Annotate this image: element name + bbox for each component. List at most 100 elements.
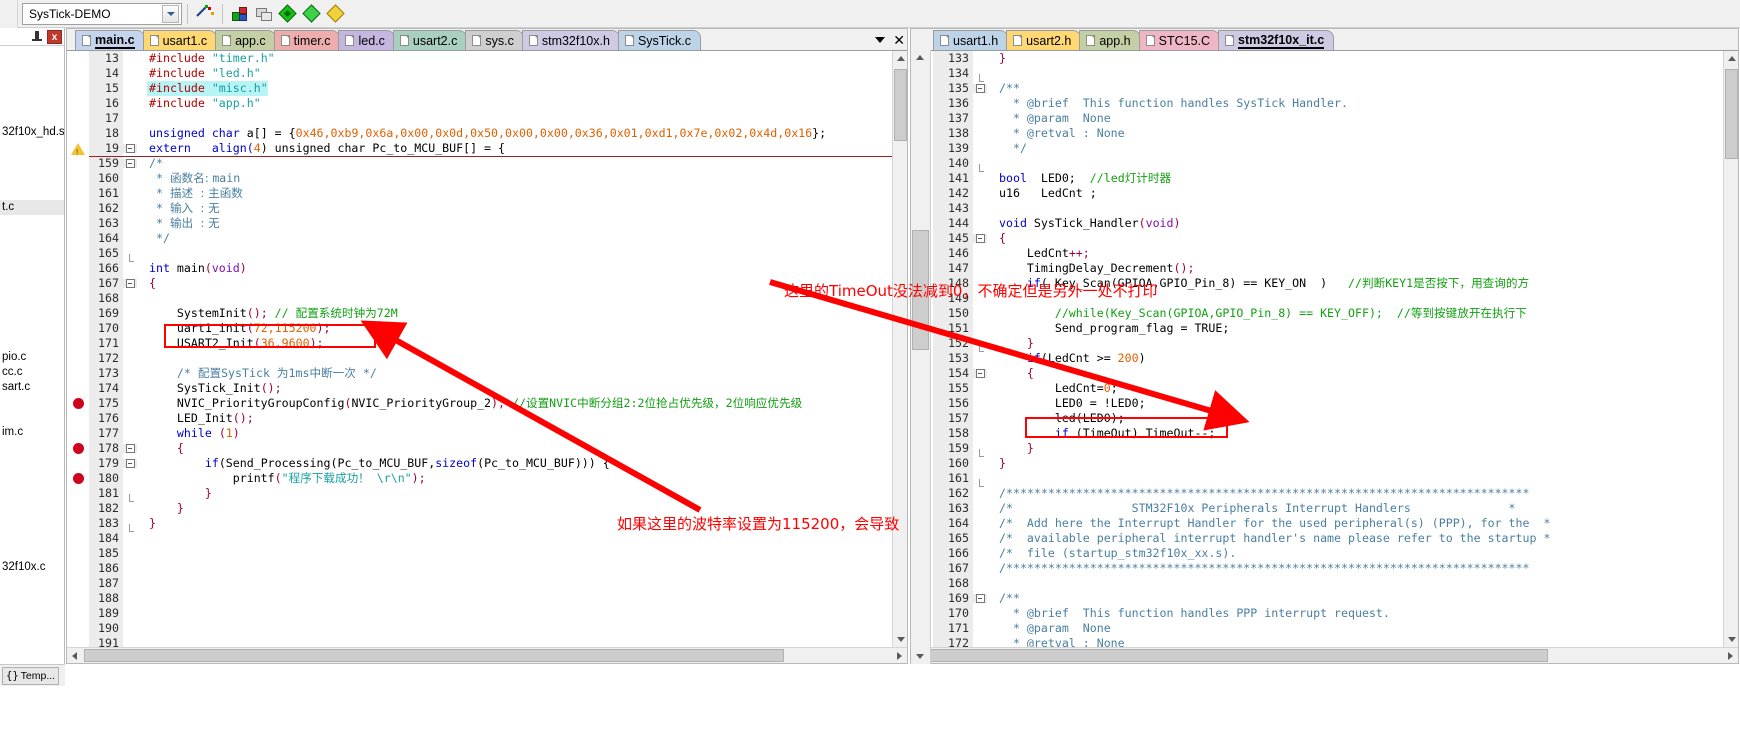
vertical-scrollbar-left[interactable] xyxy=(892,51,907,647)
code-text[interactable]: /* file (startup_stm32f10x_xx.s). xyxy=(997,546,1236,561)
fold-marker[interactable]: − xyxy=(123,459,137,468)
tab-stc15-c[interactable]: STC15.C xyxy=(1138,30,1221,50)
code-text[interactable]: * @brief This function handles PPP inter… xyxy=(997,606,1390,621)
code-text[interactable]: #include "timer.h" xyxy=(147,51,275,66)
code-text[interactable]: } xyxy=(147,486,212,501)
tree-item[interactable]: 32f10x.c xyxy=(0,560,64,575)
breakpoint-marker[interactable] xyxy=(67,473,89,484)
code-text[interactable]: * @retval : None xyxy=(997,126,1125,141)
tab-usart2-h[interactable]: usart2.h xyxy=(1006,30,1082,50)
tab-usart2-c[interactable]: usart2.c xyxy=(392,30,468,50)
tab-main-c[interactable]: main.c xyxy=(75,30,145,50)
code-text[interactable]: /* Add here the Interrupt Handler for th… xyxy=(997,516,1550,531)
code-text[interactable]: * 函数名: main xyxy=(147,171,240,186)
debug-yellow-diamond-icon[interactable] xyxy=(325,3,347,25)
code-text[interactable]: } xyxy=(997,336,1034,351)
debug-teal-diamond-icon[interactable] xyxy=(301,3,323,25)
code-text[interactable]: SysTick_Init(); xyxy=(147,381,282,396)
code-text[interactable]: uart1_init(72,115200); xyxy=(147,321,331,336)
code-text[interactable]: * @param None xyxy=(997,621,1111,636)
code-text[interactable]: */ xyxy=(997,141,1027,156)
code-text[interactable]: /* xyxy=(147,156,163,171)
tab-usart1-c[interactable]: usart1.c xyxy=(142,30,218,50)
code-text[interactable]: } xyxy=(997,456,1006,471)
code-text[interactable]: LED_Init(); xyxy=(147,411,254,426)
code-text[interactable]: printf("程序下载成功！ \r\n"); xyxy=(147,471,426,486)
code-text[interactable]: /** xyxy=(997,81,1020,96)
code-text[interactable]: /** xyxy=(997,591,1020,606)
tree-item[interactable]: 32f10x_hd.s xyxy=(0,125,64,140)
code-text[interactable]: #include "led.h" xyxy=(147,66,261,81)
code-text[interactable]: SystemInit(); // 配置系统时钟为72M xyxy=(147,306,398,321)
fold-marker[interactable]: − xyxy=(123,444,137,453)
tab-stm32f10x-it-c[interactable]: stm32f10x_it.c xyxy=(1218,30,1335,50)
code-text[interactable]: { xyxy=(997,366,1034,381)
code-text[interactable]: { xyxy=(997,231,1006,246)
breakpoint-marker[interactable] xyxy=(67,443,89,454)
code-text[interactable]: } xyxy=(147,516,156,531)
code-text[interactable]: * @retval : None xyxy=(997,636,1125,647)
target-options-wand-icon[interactable] xyxy=(194,3,216,25)
code-text[interactable]: extern align(4) unsigned char Pc_to_MCU_… xyxy=(147,141,505,156)
scroll-up-button[interactable] xyxy=(911,50,929,65)
fold-marker[interactable]: − xyxy=(973,234,987,243)
code-text[interactable]: } xyxy=(997,441,1034,456)
code-text[interactable]: * 输出 : 无 xyxy=(147,216,220,231)
tab-app-c[interactable]: app.c xyxy=(215,30,276,50)
sidebar-tab-templates[interactable]: {} Temp... xyxy=(2,666,60,685)
code-text[interactable]: Send_program_flag = TRUE; xyxy=(997,321,1230,336)
code-text[interactable]: led(LED0); xyxy=(997,411,1125,426)
scroll-right-button[interactable] xyxy=(1723,648,1738,663)
tab-usart1-h[interactable]: usart1.h xyxy=(933,30,1009,50)
horizontal-scroll-thumb[interactable] xyxy=(84,649,784,662)
code-text[interactable]: bool LED0; //led灯计时器 xyxy=(997,171,1171,186)
tab-sys-c[interactable]: sys.c xyxy=(465,30,524,50)
code-text-right[interactable]: 133} 134 135−/** 136 * @brief This function… xyxy=(911,51,1723,647)
code-text[interactable]: if(LedCnt >= 200) xyxy=(997,351,1146,366)
close-icon[interactable]: ✕ xyxy=(893,33,905,47)
scroll-down-button[interactable] xyxy=(911,649,929,664)
code-text[interactable]: LED0 = !LED0; xyxy=(997,396,1146,411)
tab-timer-c[interactable]: timer.c xyxy=(273,30,341,50)
code-text[interactable]: * 描述 : 主函数 xyxy=(147,186,243,201)
tab-app-h[interactable]: app.h xyxy=(1079,30,1141,50)
vertical-scroll-thumb[interactable] xyxy=(912,230,929,350)
code-text[interactable]: #include "app.h" xyxy=(147,96,261,111)
code-text[interactable]: int main(void) xyxy=(147,261,247,276)
horizontal-scroll-thumb[interactable] xyxy=(928,649,1548,662)
project-target-combo[interactable]: SysTick-DEMO xyxy=(22,2,182,25)
tree-item[interactable]: cc.c xyxy=(0,365,64,380)
code-text[interactable]: /* STM32F10x Peripherals Interrupt Handl… xyxy=(997,501,1516,516)
code-text[interactable]: USART2_Init(36,9600); xyxy=(147,336,324,351)
horizontal-scrollbar-right[interactable] xyxy=(911,647,1738,663)
fold-marker[interactable]: − xyxy=(973,594,987,603)
fold-marker[interactable]: − xyxy=(123,279,137,288)
code-text[interactable]: void SysTick_Handler(void) xyxy=(997,216,1181,231)
fold-marker[interactable]: − xyxy=(123,144,137,153)
fold-marker[interactable]: − xyxy=(123,159,137,168)
build-icon[interactable] xyxy=(229,3,251,25)
scroll-left-button[interactable] xyxy=(67,648,82,663)
scroll-up-button[interactable] xyxy=(893,51,907,66)
tab-led-c[interactable]: led.c xyxy=(338,30,395,50)
fold-marker[interactable]: − xyxy=(973,369,987,378)
code-text[interactable]: NVIC_PriorityGroupConfig(NVIC_PriorityGr… xyxy=(147,396,802,411)
horizontal-scrollbar-left[interactable] xyxy=(67,647,907,663)
code-text[interactable]: * 输入 : 无 xyxy=(147,201,220,216)
code-text[interactable]: { xyxy=(147,276,156,291)
tree-item[interactable]: pio.c xyxy=(0,350,64,365)
close-icon[interactable]: x xyxy=(47,29,62,44)
code-text[interactable]: TimingDelay_Decrement(); xyxy=(997,261,1195,276)
code-text[interactable]: { xyxy=(147,441,184,456)
code-text[interactable]: unsigned char a[] = {0x46,0xb9,0x6a,0x00… xyxy=(147,126,826,141)
code-text[interactable]: if (TimeOut) TimeOut--; xyxy=(997,426,1216,441)
code-text[interactable]: */ xyxy=(147,231,170,246)
code-text[interactable]: /***************************************… xyxy=(997,561,1529,576)
code-text[interactable]: //while(Key_Scan(GPIOA,GPIO_Pin_8) == KE… xyxy=(997,306,1527,321)
code-text[interactable]: * @param None xyxy=(997,111,1111,126)
vertical-scroll-thumb[interactable] xyxy=(1725,69,1738,159)
code-text[interactable]: if( Key_Scan(GPIOA,GPIO_Pin_8) == KEY_ON… xyxy=(997,276,1529,291)
tree-item[interactable]: sart.c xyxy=(0,380,64,395)
breakpoint-marker[interactable] xyxy=(67,398,89,409)
tab-stm32f10x-h[interactable]: stm32f10x.h xyxy=(521,30,620,50)
